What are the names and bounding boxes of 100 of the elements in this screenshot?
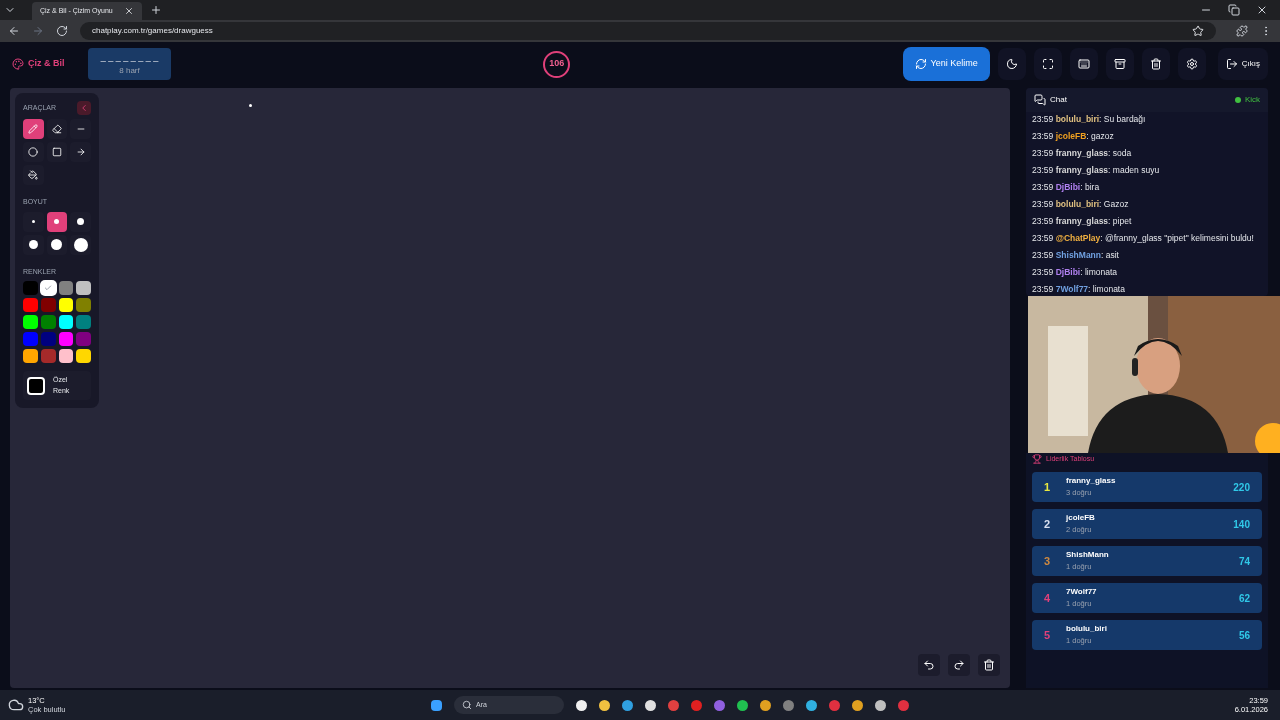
redo-icon xyxy=(953,659,965,671)
redo-button[interactable] xyxy=(948,654,970,676)
trash-icon xyxy=(1149,58,1162,70)
exit-button[interactable]: Çıkış xyxy=(1217,48,1268,80)
color-swatch[interactable] xyxy=(58,315,74,329)
letter-count: 8 harf xyxy=(119,64,140,77)
brush-size-button[interactable] xyxy=(23,234,44,255)
player-score: 220 xyxy=(1233,480,1250,495)
color-swatch[interactable] xyxy=(40,315,56,329)
brush-size-button[interactable] xyxy=(46,234,68,255)
tool-button[interactable] xyxy=(23,165,44,185)
new-tab-icon[interactable] xyxy=(150,4,162,16)
chat-message: 23:59 franny_glass: soda xyxy=(1032,148,1133,160)
color-swatch[interactable] xyxy=(23,281,38,295)
color-swatch[interactable] xyxy=(76,315,91,329)
tool-button[interactable] xyxy=(23,119,44,139)
taskbar-app-icon[interactable] xyxy=(875,699,887,711)
square-icon xyxy=(52,147,62,157)
start-icon[interactable] xyxy=(431,699,443,711)
archive-icon xyxy=(1113,58,1126,70)
logout-icon xyxy=(1225,58,1238,70)
taskbar-app-icon[interactable] xyxy=(737,699,749,711)
chat-icon xyxy=(1034,94,1046,106)
brush-size-button[interactable] xyxy=(70,211,91,232)
clear-button[interactable] xyxy=(978,654,1000,676)
theme-button[interactable] xyxy=(997,48,1026,80)
tool-button[interactable] xyxy=(70,142,91,162)
chat-username: ShishMann xyxy=(1055,250,1101,260)
extensions-icon[interactable] xyxy=(1236,25,1248,37)
player-name: bolulu_biri xyxy=(1066,623,1107,636)
close-tab-icon[interactable] xyxy=(124,6,134,16)
player-score: 74 xyxy=(1238,554,1250,569)
player-score: 140 xyxy=(1233,517,1250,532)
color-swatch[interactable] xyxy=(76,332,91,346)
color-swatch[interactable] xyxy=(58,298,74,312)
chat-message: 23:59 franny_glass: maden suyu xyxy=(1032,165,1161,177)
taskbar-app-icon[interactable] xyxy=(760,699,772,711)
player-name: ShishMann xyxy=(1066,549,1109,562)
color-swatch[interactable] xyxy=(23,332,38,346)
chat-message: 23:59 jcoleFB: gazoz xyxy=(1032,131,1115,143)
tool-button[interactable] xyxy=(46,119,68,139)
rank: 3 xyxy=(1044,553,1052,569)
color-swatch[interactable] xyxy=(40,332,56,346)
taskbar-app-icon[interactable] xyxy=(645,699,657,711)
circle-icon xyxy=(28,147,39,157)
delete-button[interactable] xyxy=(1141,48,1170,80)
color-swatch[interactable] xyxy=(23,315,38,329)
taskbar-app-icon[interactable] xyxy=(622,699,634,711)
color-swatch[interactable] xyxy=(23,298,38,312)
tool-button[interactable] xyxy=(23,142,44,162)
player-name: 7Wolf77 xyxy=(1066,586,1097,599)
color-swatch[interactable] xyxy=(76,298,91,312)
tool-button[interactable] xyxy=(70,119,91,139)
back-icon[interactable] xyxy=(8,25,20,37)
chevron-left-icon xyxy=(79,103,89,113)
brush-size-button[interactable] xyxy=(46,211,68,232)
trophy-icon xyxy=(1032,454,1042,464)
trash-icon xyxy=(983,659,995,671)
reload-icon[interactable] xyxy=(56,25,68,37)
gear-icon xyxy=(1185,58,1198,70)
undo-button[interactable] xyxy=(918,654,940,676)
undo-icon xyxy=(923,659,935,671)
chat-message: 23:59 7Wolf77: limonata xyxy=(1032,284,1126,296)
taskbar-app-icon[interactable] xyxy=(806,699,818,711)
expand-icon xyxy=(1041,58,1054,70)
rank: 4 xyxy=(1044,590,1052,606)
chat-message: 23:59 bolulu_biri: Su bardağı xyxy=(1032,114,1147,126)
chat-message: 23:59 DjBibi: bira xyxy=(1032,182,1101,194)
rank: 1 xyxy=(1044,479,1052,495)
keyboard-button[interactable] xyxy=(1069,48,1098,80)
bookmark-icon[interactable] xyxy=(1192,25,1204,37)
close-window-icon[interactable] xyxy=(1256,4,1268,16)
new-word-button[interactable]: Yeni Kelime xyxy=(902,47,990,81)
brush-size-button[interactable] xyxy=(70,234,91,255)
palette-icon xyxy=(12,58,24,70)
player-score: 62 xyxy=(1238,591,1250,606)
tool-button[interactable] xyxy=(46,142,68,162)
address-bar[interactable]: chatplay.com.tr/games/drawguess xyxy=(80,22,1216,40)
color-swatch[interactable] xyxy=(58,281,74,295)
taskbar-app-icon[interactable] xyxy=(599,699,611,711)
restore-icon[interactable] xyxy=(1228,4,1240,16)
settings-button[interactable] xyxy=(1177,48,1206,80)
color-swatch[interactable] xyxy=(76,281,91,295)
word-mask: _ _ _ _ _ _ _ _ xyxy=(100,51,159,65)
color-swatch[interactable] xyxy=(40,349,56,363)
fullscreen-button[interactable] xyxy=(1033,48,1062,80)
taskbar-app-icon[interactable] xyxy=(576,699,588,711)
taskbar-app-icon[interactable] xyxy=(852,699,864,711)
color-swatch[interactable] xyxy=(40,298,56,312)
eraser-icon xyxy=(52,124,62,134)
custom-color-swatch[interactable] xyxy=(27,376,45,395)
color-swatch[interactable] xyxy=(58,332,74,346)
rank: 2 xyxy=(1044,516,1052,532)
color-swatch[interactable] xyxy=(58,349,74,363)
refresh-icon xyxy=(914,58,927,70)
platform-label: Kick xyxy=(1244,94,1260,106)
color-swatch[interactable] xyxy=(76,349,91,363)
color-swatch[interactable] xyxy=(23,349,38,363)
color-swatch[interactable] xyxy=(40,281,56,295)
archive-button[interactable] xyxy=(1105,48,1134,80)
